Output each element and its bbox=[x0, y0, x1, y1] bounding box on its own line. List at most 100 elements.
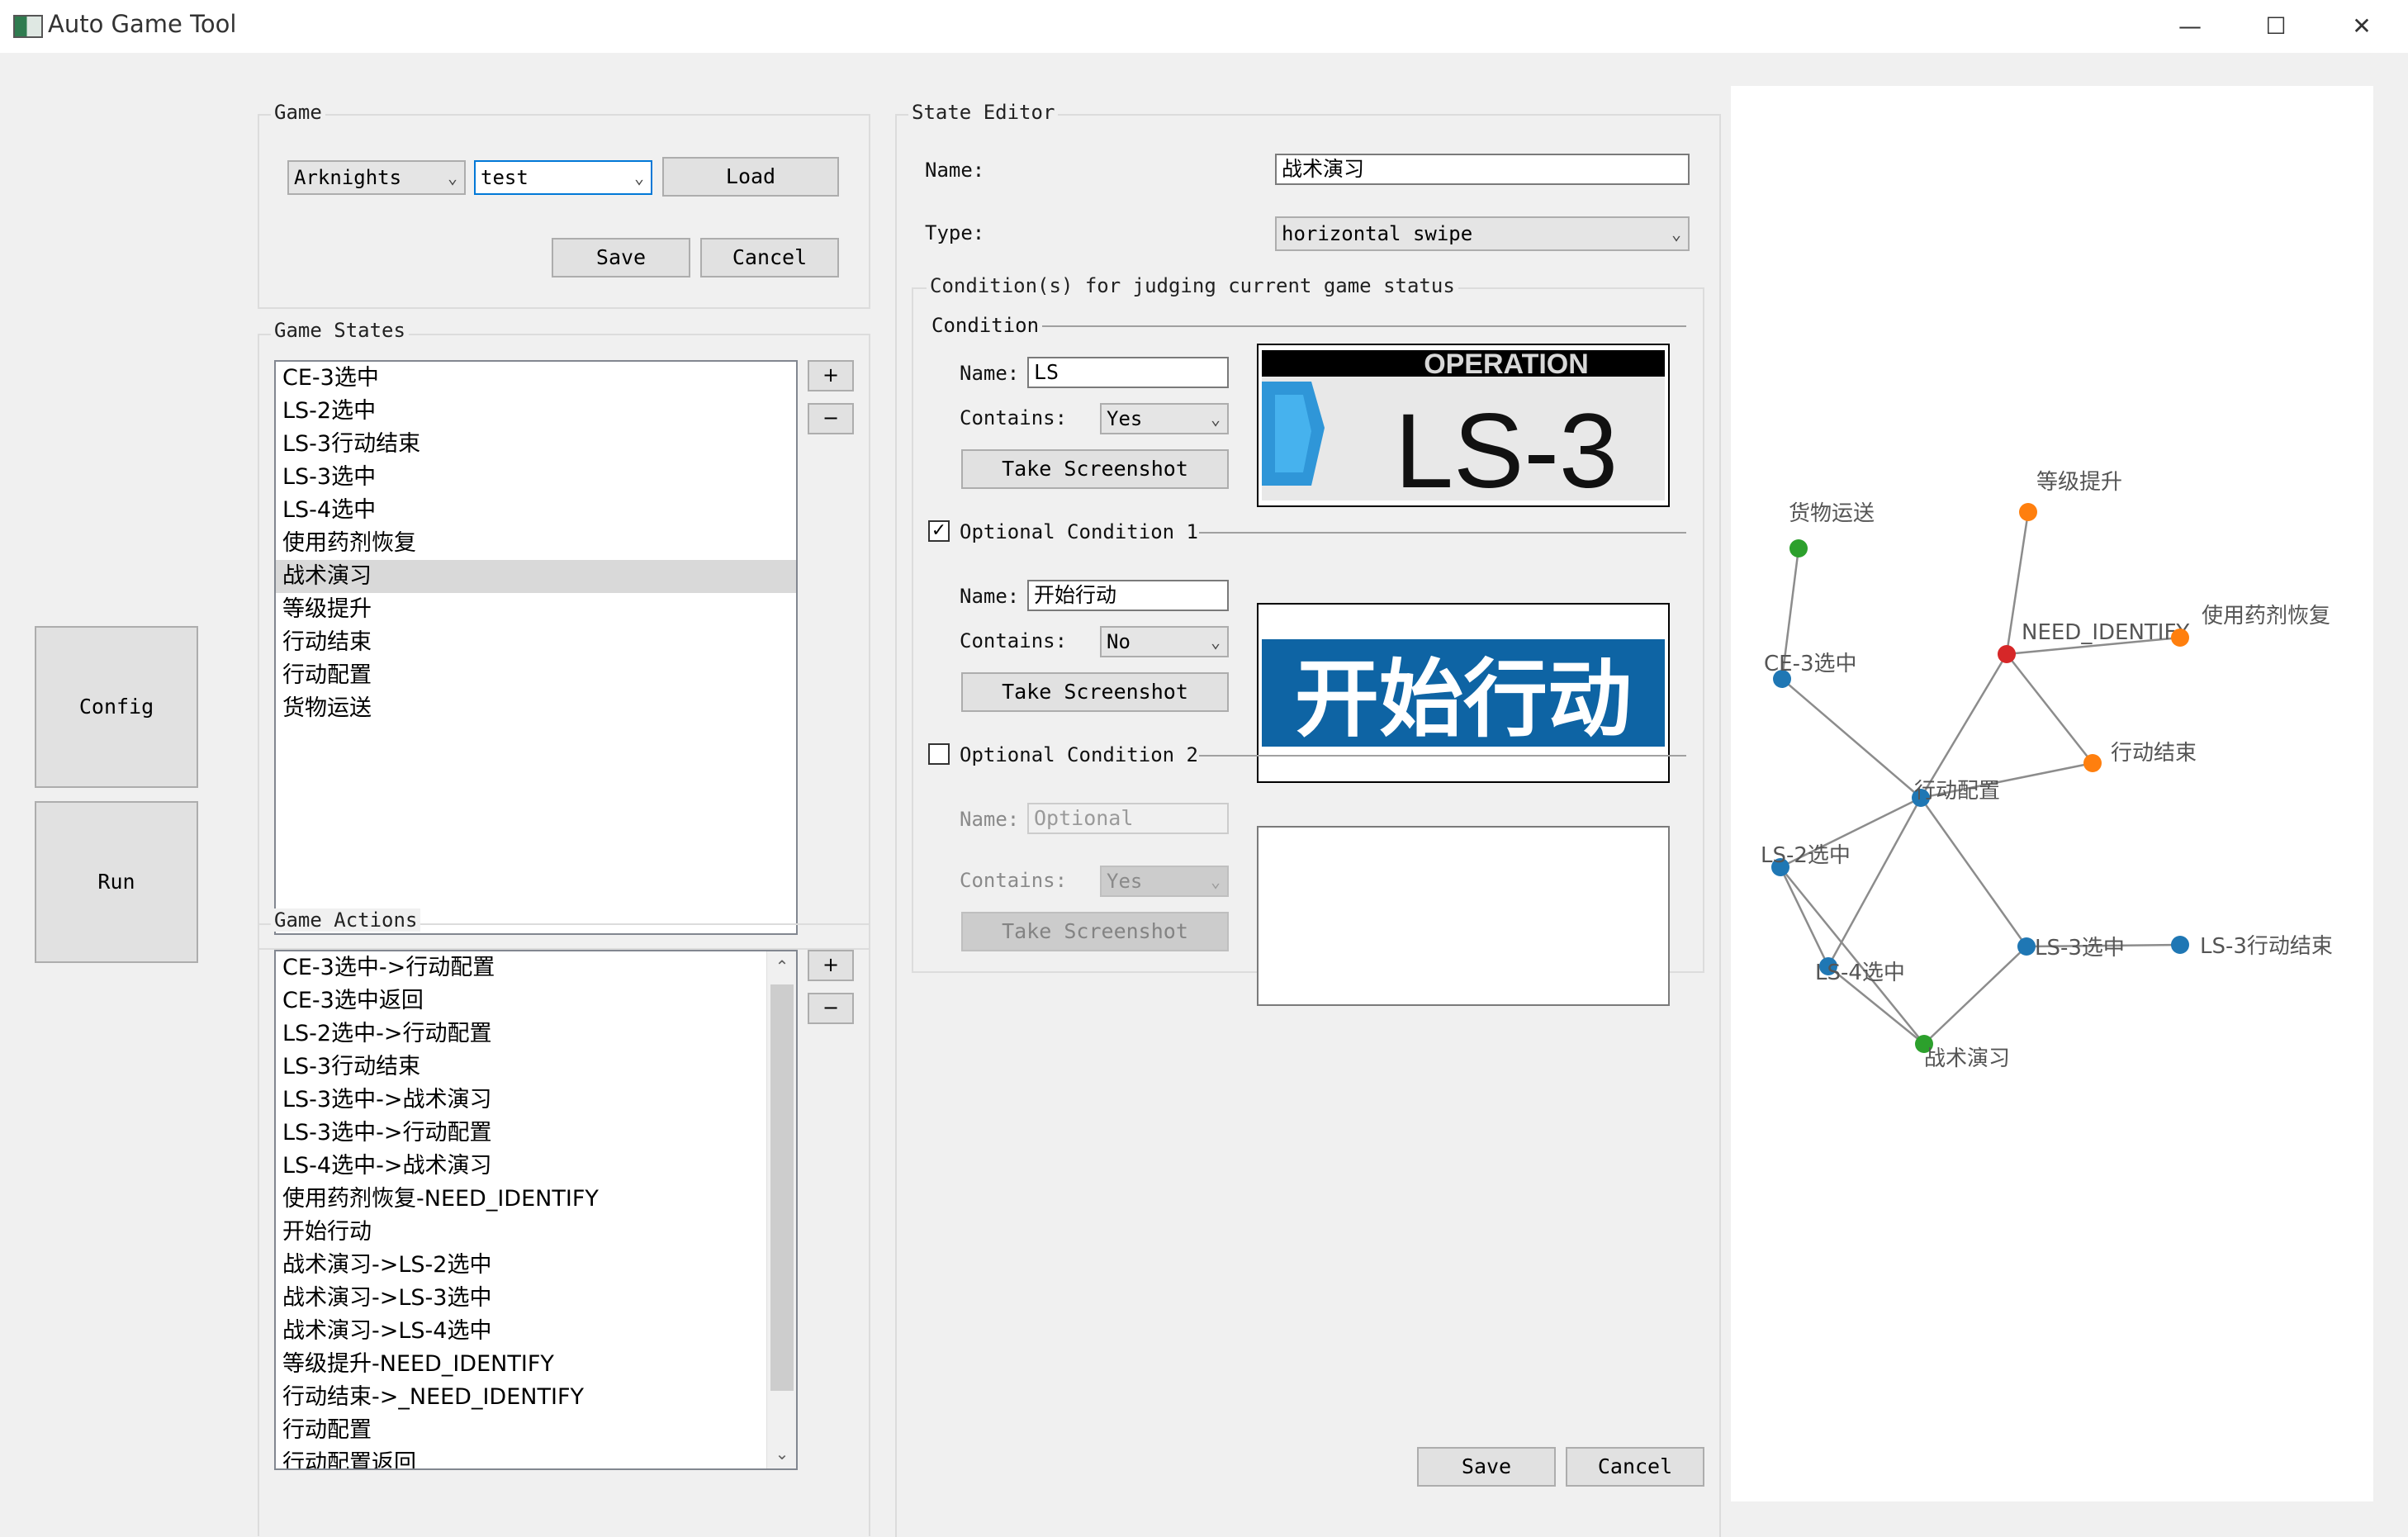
chevron-down-icon: ⌄ bbox=[1210, 871, 1221, 891]
state-type-value: horizontal swipe bbox=[1282, 222, 1473, 245]
action-list-item[interactable]: LS-2选中->行动配置 bbox=[276, 1018, 766, 1051]
game-group-title: Game bbox=[271, 101, 325, 124]
game-select[interactable]: Arknights ⌄ bbox=[287, 160, 466, 195]
optional1-contains-select[interactable]: No ⌄ bbox=[1100, 626, 1229, 657]
game-states-list[interactable]: CE-3选中 LS-2选中 LS-3行动结束 LS-3选中 LS-4选中 使用药剂恢复 战术… bbox=[274, 360, 798, 935]
scroll-thumb[interactable] bbox=[770, 984, 794, 1391]
state-list-item[interactable]: 使用药剂恢复 bbox=[276, 527, 796, 560]
editor-save-button[interactable]: Save bbox=[1417, 1447, 1556, 1487]
optional1-name-label: Name: bbox=[960, 585, 1020, 608]
action-list-item[interactable]: LS-4选中->战术演习 bbox=[276, 1150, 766, 1183]
close-icon[interactable]: ✕ bbox=[2319, 0, 2405, 53]
optional2-title: Optional Condition 2 bbox=[960, 743, 1198, 766]
graph-node-label: 行动结束 bbox=[2111, 741, 2197, 766]
optional1-contains-label: Contains: bbox=[960, 629, 1068, 652]
action-list-item[interactable]: 行动结束->_NEED_IDENTIFY bbox=[276, 1381, 766, 1414]
graph-node bbox=[2171, 936, 2189, 954]
chevron-down-icon: ⌄ bbox=[447, 168, 457, 187]
state-list-item[interactable]: 等级提升 bbox=[276, 593, 796, 626]
state-list-item[interactable]: 战术演习 bbox=[276, 560, 796, 593]
action-list-item[interactable]: CE-3选中返回 bbox=[276, 984, 766, 1018]
optional2-contains-select[interactable]: Yes ⌄ bbox=[1100, 866, 1229, 897]
scroll-up-icon[interactable]: ⌃ bbox=[767, 951, 796, 981]
state-list-item[interactable]: CE-3选中 bbox=[276, 362, 796, 395]
action-list-item[interactable]: 开始行动 bbox=[276, 1216, 766, 1249]
optional2-screenshot-image bbox=[1257, 826, 1670, 1006]
optional2-screenshot-button[interactable]: Take Screenshot bbox=[961, 912, 1229, 951]
graph-node bbox=[1789, 539, 1808, 557]
run-button[interactable]: Run bbox=[35, 801, 198, 963]
graph-node-label: CE-3选中 bbox=[1764, 652, 1857, 676]
scroll-down-icon[interactable]: ⌄ bbox=[767, 1439, 796, 1468]
condition-contains-select[interactable]: Yes ⌄ bbox=[1100, 403, 1229, 434]
state-type-label: Type: bbox=[925, 221, 985, 244]
state-list-item[interactable]: LS-3行动结束 bbox=[276, 428, 796, 461]
optional1-checkbox[interactable]: ✓ bbox=[928, 520, 950, 542]
state-list-item[interactable]: LS-2选中 bbox=[276, 395, 796, 428]
conditions-title: Condition(s) for judging current game st… bbox=[927, 274, 1458, 297]
state-list-item[interactable]: 货物运送 bbox=[276, 692, 796, 725]
condition-divider bbox=[1042, 325, 1686, 327]
action-list-item[interactable]: 战术演习->LS-4选中 bbox=[276, 1315, 766, 1348]
action-list-item[interactable]: 行动配置 bbox=[276, 1414, 766, 1447]
action-list-item[interactable]: 行动配置返回 bbox=[276, 1447, 766, 1468]
optional1-name-input[interactable]: 开始行动 bbox=[1027, 580, 1229, 611]
optional2-checkbox[interactable] bbox=[928, 743, 950, 765]
state-editor-title: State Editor bbox=[908, 101, 1059, 124]
action-list-item[interactable]: 战术演习->LS-2选中 bbox=[276, 1249, 766, 1282]
optional1-screenshot-button[interactable]: Take Screenshot bbox=[961, 672, 1229, 712]
action-list-item[interactable]: 战术演习->LS-3选中 bbox=[276, 1282, 766, 1315]
graph-node bbox=[2017, 937, 2036, 956]
remove-action-button[interactable]: − bbox=[808, 993, 854, 1024]
editor-cancel-button[interactable]: Cancel bbox=[1566, 1447, 1704, 1487]
optional2-divider bbox=[1199, 755, 1686, 757]
action-list-item[interactable]: LS-3选中->行动配置 bbox=[276, 1117, 766, 1150]
game-cancel-button[interactable]: Cancel bbox=[700, 238, 839, 278]
condition-name-input[interactable]: LS bbox=[1027, 357, 1229, 388]
graph-node bbox=[2171, 629, 2189, 647]
state-type-select[interactable]: horizontal swipe ⌄ bbox=[1275, 216, 1690, 251]
game-save-button[interactable]: Save bbox=[552, 238, 690, 278]
condition-contains-label: Contains: bbox=[960, 406, 1068, 429]
graph-node-label: 战术演习 bbox=[1924, 1046, 2010, 1071]
actions-scrollbar[interactable]: ⌃ ⌄ bbox=[766, 951, 796, 1468]
action-list-item[interactable]: LS-3行动结束 bbox=[276, 1051, 766, 1084]
minimize-icon[interactable]: — bbox=[2147, 0, 2233, 53]
load-button[interactable]: Load bbox=[662, 157, 839, 197]
remove-state-button[interactable]: − bbox=[808, 403, 854, 434]
optional2-name-input[interactable]: Optional bbox=[1027, 803, 1229, 834]
config-button[interactable]: Config bbox=[35, 626, 198, 788]
state-list-item[interactable]: LS-3选中 bbox=[276, 461, 796, 494]
maximize-icon[interactable]: ☐ bbox=[2233, 0, 2319, 53]
graph-edge bbox=[1919, 653, 2008, 799]
action-list-item[interactable]: 等级提升-NEED_IDENTIFY bbox=[276, 1348, 766, 1381]
action-list-item[interactable]: 使用药剂恢复-NEED_IDENTIFY bbox=[276, 1183, 766, 1216]
graph-node-label: 行动配置 bbox=[1914, 779, 2000, 804]
chevron-down-icon: ⌄ bbox=[633, 168, 644, 187]
state-list-item[interactable]: 行动配置 bbox=[276, 659, 796, 692]
graph-node-label: LS-4选中 bbox=[1815, 961, 1905, 985]
add-action-button[interactable]: + bbox=[808, 950, 854, 981]
condition-contains-value: Yes bbox=[1107, 407, 1143, 430]
graph-edge bbox=[1923, 946, 2027, 1045]
state-list-item[interactable]: 行动结束 bbox=[276, 626, 796, 659]
app-icon bbox=[13, 15, 43, 38]
chevron-down-icon: ⌄ bbox=[1210, 632, 1221, 652]
game-actions-list[interactable]: CE-3选中->行动配置 CE-3选中返回 LS-2选中->行动配置 LS-3行动结束… bbox=[274, 950, 798, 1470]
action-list-item[interactable]: LS-3选中->战术演习 bbox=[276, 1084, 766, 1117]
graph-node bbox=[2083, 754, 2102, 772]
graph-node-label: NEED_IDENTIFY bbox=[2022, 620, 2189, 645]
graph-edge bbox=[1827, 797, 1922, 967]
state-list-item[interactable]: LS-4选中 bbox=[276, 494, 796, 527]
client-area: Config Run Game Arknights ⌄ test ⌄ Load Sa… bbox=[0, 53, 2408, 1537]
state-name-label: Name: bbox=[925, 159, 985, 182]
operation-banner-text: OPERATION bbox=[1424, 349, 1589, 380]
action-list-item[interactable]: CE-3选中->行动配置 bbox=[276, 951, 766, 984]
state-name-input[interactable]: 战术演习 bbox=[1275, 154, 1690, 185]
condition-title: Condition bbox=[931, 314, 1040, 337]
profile-select[interactable]: test ⌄ bbox=[474, 160, 652, 195]
optional1-divider bbox=[1199, 532, 1686, 534]
add-state-button[interactable]: + bbox=[808, 360, 854, 391]
condition-screenshot-button[interactable]: Take Screenshot bbox=[961, 449, 1229, 489]
optional2-name-label: Name: bbox=[960, 808, 1020, 831]
